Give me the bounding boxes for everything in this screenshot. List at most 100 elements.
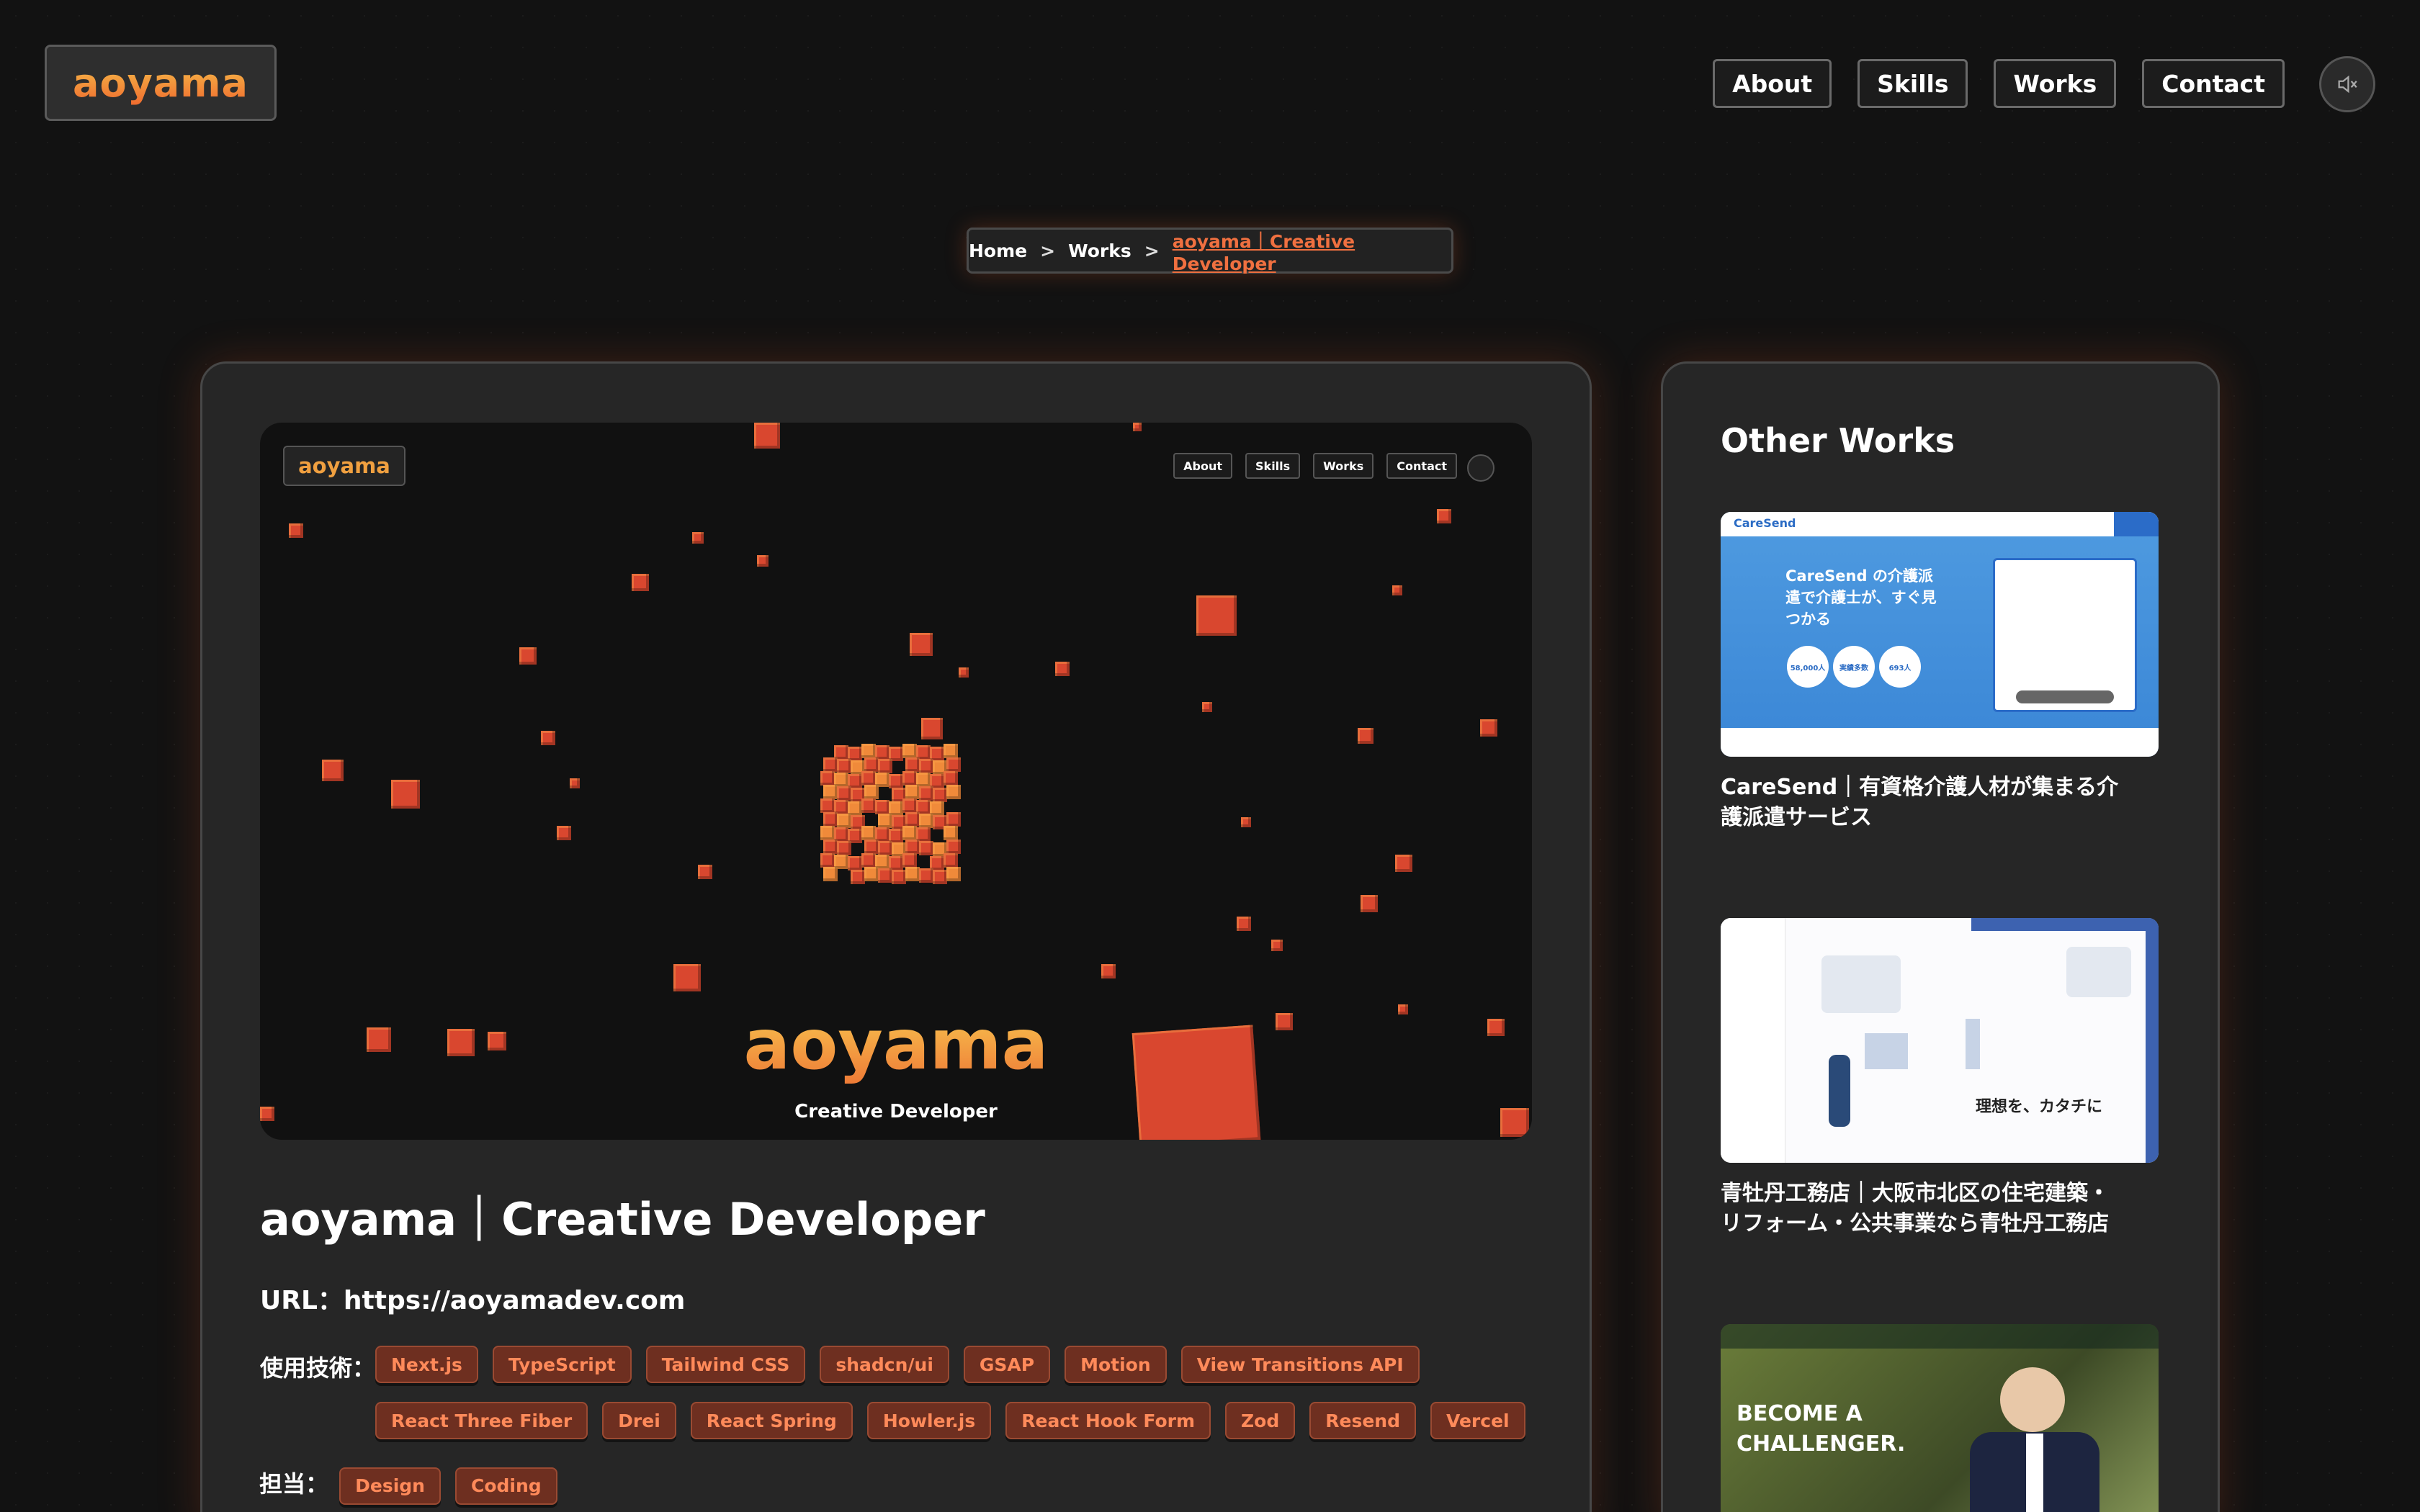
work-url-link[interactable]: https://aoyamadev.com	[344, 1286, 686, 1315]
tech-tag: View Transitions API	[1180, 1346, 1420, 1383]
floating-cube	[570, 778, 580, 788]
preview-nav-contact: Contact	[1386, 453, 1457, 479]
preview-nav-works: Works	[1313, 453, 1374, 479]
other-work-thumbnail[interactable]: BECOME A CHALLENGER.	[1721, 1324, 2159, 1512]
tech-tag: Howler.js	[866, 1402, 992, 1439]
cluster-cube	[944, 826, 958, 840]
nav-works[interactable]: Works	[1994, 59, 2117, 108]
cluster-cube	[946, 757, 961, 772]
cluster-cube	[823, 757, 838, 772]
floating-cube	[1237, 917, 1251, 931]
tech-tag: Motion	[1065, 1346, 1167, 1383]
role-label: 担当：	[259, 1470, 329, 1498]
other-work-title[interactable]: CareSend｜有資格介護人材が集まる介護派遣サービス	[1721, 773, 2124, 833]
cluster-cube	[861, 826, 876, 840]
cluster-cube	[892, 870, 906, 884]
floating-cube	[673, 964, 701, 991]
thumb-headline: BECOME A CHALLENGER.	[1736, 1401, 1906, 1457]
cluster-cube	[837, 814, 851, 828]
cluster-cube	[902, 826, 917, 840]
other-works-title: Other Works	[1721, 421, 1955, 460]
other-work-thumbnail[interactable]: CareSend CareSend の介護派遣で介護士が、すぐ見つかる 58,0…	[1721, 512, 2159, 757]
nav-contact[interactable]: Contact	[2142, 59, 2285, 108]
floating-cube	[541, 731, 555, 745]
floating-cube	[692, 532, 704, 544]
cluster-cube	[861, 853, 876, 868]
floating-cube	[289, 523, 303, 538]
floating-cube	[1361, 895, 1378, 912]
thumb-headline: CareSend の介護派遣で介護士が、すぐ見つかる	[1785, 567, 1937, 628]
other-work-title[interactable]: 青牡丹工務店｜大阪市北区の住宅建築・リフォーム・公共事業なら青牡丹工務店	[1721, 1179, 2124, 1239]
floating-cube	[1241, 817, 1251, 827]
floating-cube	[1202, 702, 1212, 712]
floating-cube	[1480, 719, 1497, 737]
other-work-card[interactable]: BECOME A CHALLENGER.	[1721, 1324, 2159, 1512]
floating-cube	[260, 1107, 274, 1121]
floating-cube	[632, 574, 649, 591]
cluster-cube	[905, 812, 920, 827]
floating-cube	[959, 667, 969, 678]
cluster-cube	[820, 798, 835, 813]
tech-stack-row: 使用技術： Next.js TypeScript Tailwind CSS sh…	[260, 1346, 1556, 1439]
floating-cube	[367, 1027, 391, 1052]
cluster-cube	[902, 744, 917, 758]
other-work-card[interactable]: CareSend CareSend の介護派遣で介護士が、すぐ見つかる 58,0…	[1721, 512, 2159, 833]
floating-cube	[754, 423, 780, 449]
speaker-muted-icon	[2338, 75, 2357, 94]
nav-skills[interactable]: Skills	[1857, 59, 1968, 108]
sound-toggle-button[interactable]	[2319, 56, 2375, 112]
floating-cube	[391, 780, 420, 809]
site-logo[interactable]: aoyama	[45, 45, 277, 121]
tech-tag: TypeScript	[492, 1346, 632, 1383]
other-work-card[interactable]: 理想を、カタチに 青牡丹工務店｜大阪市北区の住宅建築・リフォーム・公共事業なら青…	[1721, 918, 2159, 1239]
breadcrumb: Home > Works > aoyama｜Creative Developer	[967, 228, 1453, 274]
nav-about[interactable]: About	[1713, 59, 1832, 108]
tech-label: 使用技術：	[260, 1354, 376, 1382]
cluster-cube	[933, 788, 947, 802]
cluster-cube	[823, 785, 838, 799]
preview-nav-skills: Skills	[1245, 453, 1301, 479]
cluster-cube	[933, 870, 947, 884]
floating-cube	[1398, 1004, 1408, 1014]
tech-tag: GSAP	[963, 1346, 1051, 1383]
cluster-cube	[878, 759, 892, 773]
breadcrumb-current[interactable]: aoyama｜Creative Developer	[1173, 228, 1451, 274]
cluster-cube	[919, 759, 933, 773]
floating-cube	[488, 1032, 506, 1050]
main-nav: About Skills Works Contact	[1713, 59, 2285, 108]
thumb-stat: 58,000人	[1790, 665, 1826, 672]
tech-tag-list: Next.js TypeScript Tailwind CSS shadcn/u…	[375, 1346, 1556, 1439]
preview-speaker-icon	[1467, 454, 1494, 482]
floating-cube	[921, 718, 943, 739]
floating-cube	[910, 633, 933, 656]
tech-tag: Drei	[602, 1402, 676, 1439]
tech-tag: React Three Fiber	[375, 1402, 588, 1439]
cube-cluster	[820, 744, 964, 888]
cluster-cube	[848, 856, 862, 870]
breadcrumb-home[interactable]: Home	[969, 240, 1027, 261]
tech-tag: React Hook Form	[1005, 1402, 1211, 1439]
cluster-cube	[823, 840, 838, 854]
cluster-cube	[944, 853, 958, 868]
cluster-cube	[820, 826, 835, 840]
floating-cube	[322, 760, 344, 781]
cluster-cube	[864, 757, 879, 772]
thumb-brand: CareSend	[1734, 516, 1796, 530]
cluster-cube	[878, 841, 892, 855]
cluster-cube	[902, 798, 917, 813]
role-tag-list: Design Coding	[339, 1467, 557, 1505]
cluster-cube	[946, 785, 961, 799]
preview-nav: About Skills Works Contact	[1173, 453, 1457, 479]
floating-cube	[1055, 662, 1070, 676]
cluster-cube	[905, 840, 920, 854]
other-work-thumbnail[interactable]: 理想を、カタチに	[1721, 918, 2159, 1163]
floating-cube	[1196, 595, 1237, 636]
cluster-cube	[864, 867, 879, 881]
cluster-cube	[837, 759, 851, 773]
breadcrumb-works[interactable]: Works	[1068, 240, 1131, 261]
cluster-cube	[902, 853, 917, 868]
cluster-cube	[823, 812, 838, 827]
cluster-cube	[946, 812, 961, 827]
cluster-cube	[861, 744, 876, 758]
cluster-cube	[919, 841, 933, 855]
